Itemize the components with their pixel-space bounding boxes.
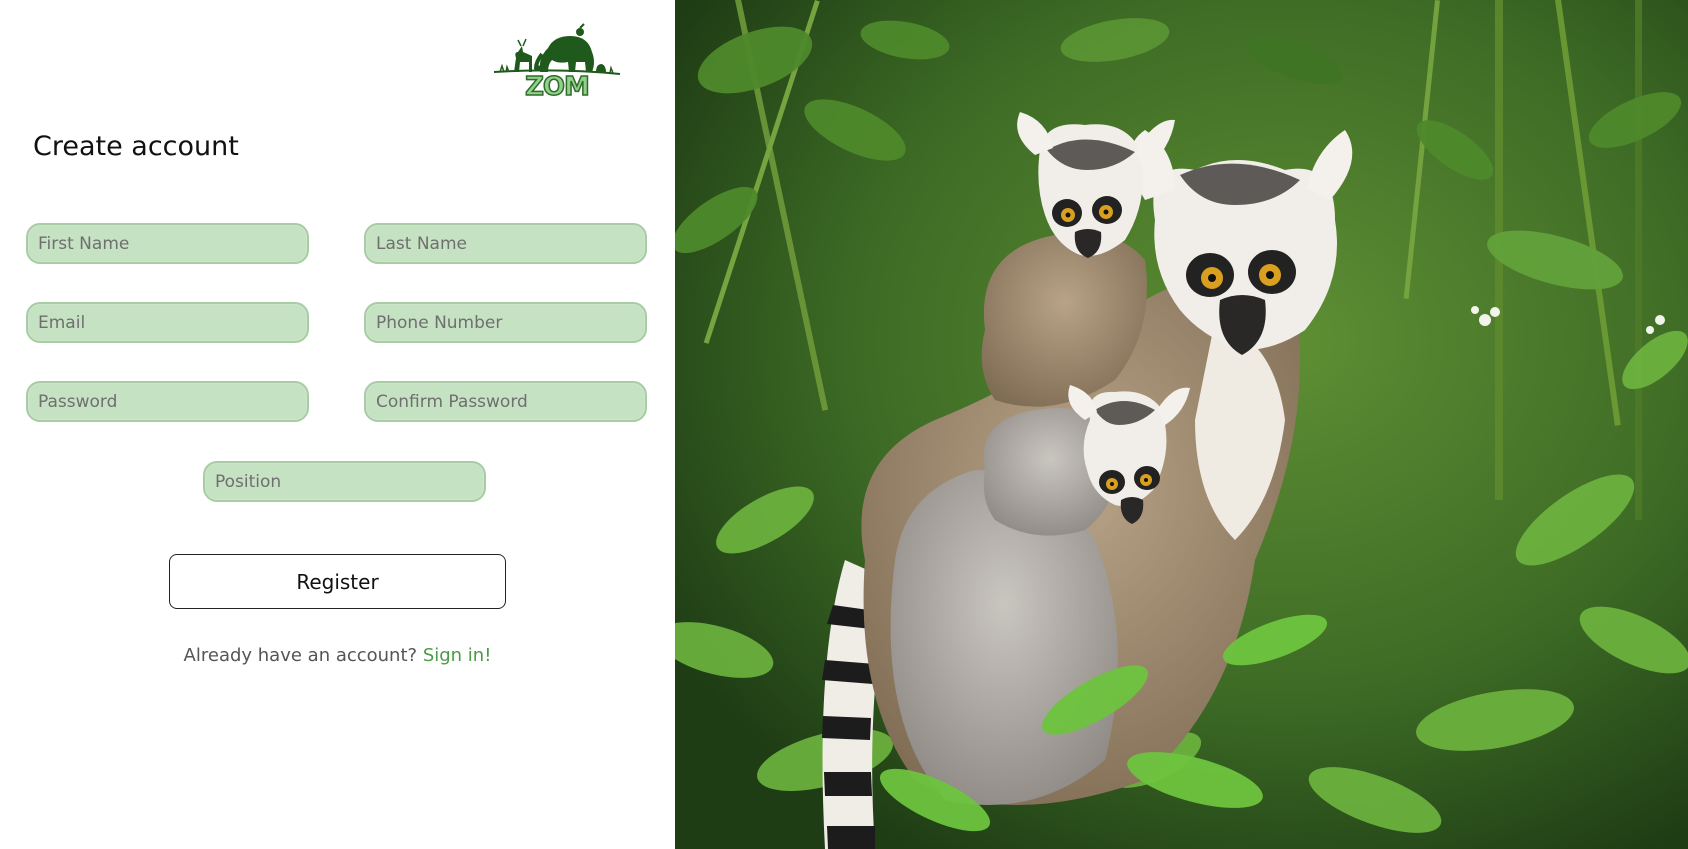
signin-prompt-row: Already have an account? Sign in! [0, 645, 675, 666]
signin-prompt-text: Already have an account? [183, 645, 418, 666]
hero-photo [675, 0, 1688, 849]
register-button[interactable]: Register [169, 554, 506, 609]
logo-wordmark: ZOM [524, 71, 590, 103]
password-input[interactable] [26, 381, 309, 422]
email-input[interactable] [26, 302, 309, 343]
phone-number-input[interactable] [364, 302, 647, 343]
confirm-password-input[interactable] [364, 381, 647, 422]
zoo-logo: ZOM [492, 22, 622, 108]
lemur-photo-illustration [675, 0, 1688, 849]
signin-link[interactable]: Sign in! [423, 645, 492, 666]
position-input[interactable] [203, 461, 486, 502]
form-panel: ZOM Create account Register Already have… [0, 0, 675, 849]
first-name-input[interactable] [26, 223, 309, 264]
last-name-input[interactable] [364, 223, 647, 264]
page-title: Create account [33, 131, 239, 162]
register-page: ZOM Create account Register Already have… [0, 0, 1688, 849]
